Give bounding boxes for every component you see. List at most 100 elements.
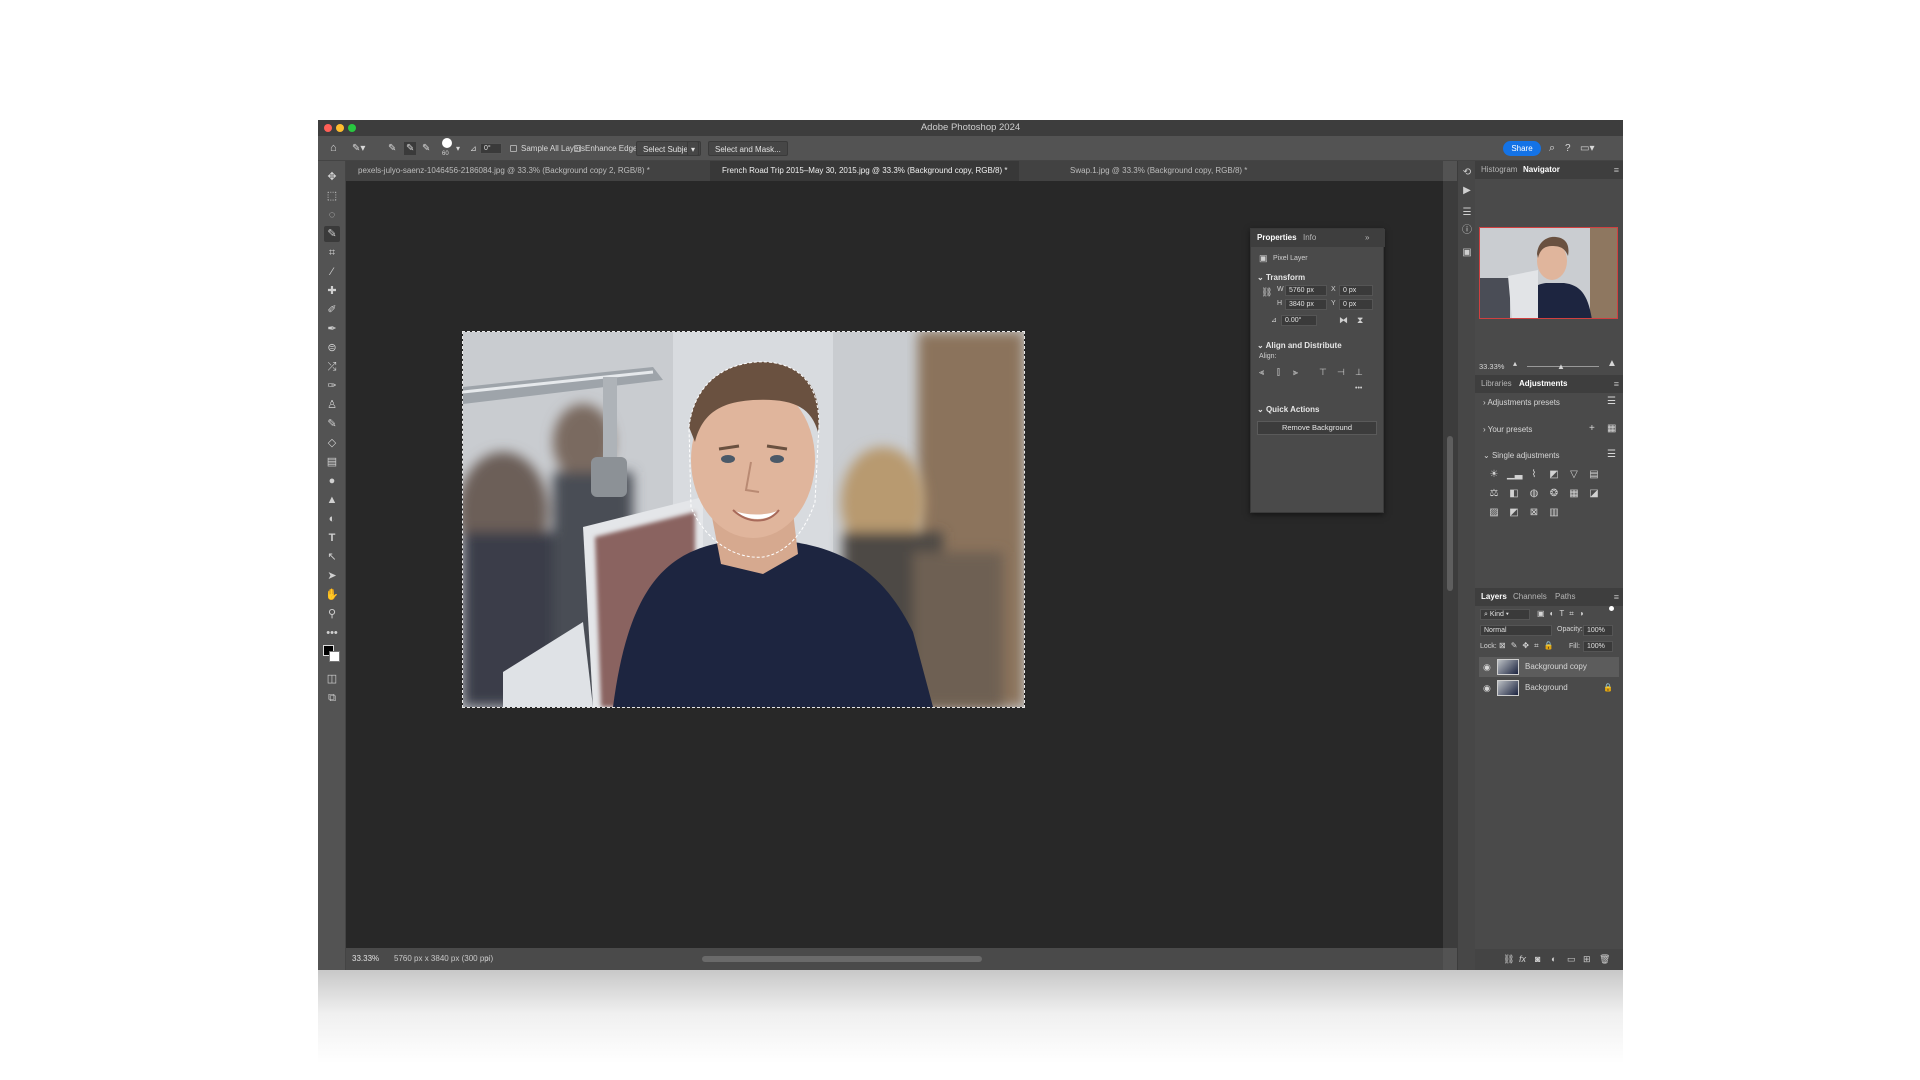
navigator-preview[interactable] bbox=[1479, 227, 1618, 319]
select-and-mask-button[interactable]: Select and Mask... bbox=[708, 141, 788, 156]
blend-mode-select[interactable]: Normal bbox=[1480, 625, 1552, 636]
vertical-scrollbar[interactable] bbox=[1443, 181, 1457, 948]
type-tool-icon[interactable]: T bbox=[324, 530, 340, 546]
group-icon[interactable]: ▭ bbox=[1567, 949, 1576, 970]
flip-vertical-icon[interactable]: ⧗ bbox=[1357, 315, 1363, 326]
photo-canvas-image[interactable] bbox=[462, 331, 1025, 708]
adjustments-menu-icon[interactable]: ≡ bbox=[1614, 379, 1619, 389]
curves-icon[interactable]: ⌇ bbox=[1527, 469, 1541, 481]
y-field[interactable]: 0 px bbox=[1339, 299, 1373, 310]
properties-panel-icon[interactable]: ☰ bbox=[1461, 207, 1473, 219]
doc-tab-2[interactable]: French Road Trip 2015–May 30, 2015.jpg @… bbox=[710, 161, 1020, 181]
x-field[interactable]: 0 px bbox=[1339, 285, 1373, 296]
tab-histogram[interactable]: Histogram bbox=[1481, 161, 1517, 179]
comments-panel-icon[interactable]: ▣ bbox=[1461, 247, 1473, 259]
tab-properties[interactable]: Properties bbox=[1257, 229, 1297, 247]
levels-icon[interactable]: ▁▃ bbox=[1507, 469, 1522, 481]
align-center-icon[interactable]: ⫿ bbox=[1277, 367, 1280, 378]
layer-row[interactable]: ◉ Background 🔒 bbox=[1479, 678, 1619, 698]
brightness-contrast-icon[interactable]: ☀ bbox=[1487, 469, 1501, 481]
align-left-icon[interactable]: ⫷ bbox=[1259, 367, 1264, 378]
sharpen-tool-icon[interactable]: ▲ bbox=[324, 492, 340, 508]
tab-navigator[interactable]: Navigator bbox=[1523, 161, 1560, 179]
workspace-icon[interactable]: ▭▾ bbox=[1580, 142, 1594, 155]
layer-filter-icons[interactable]: ▣◐T⌗◑ bbox=[1537, 609, 1589, 619]
align-top-icon[interactable]: ⊤ bbox=[1319, 367, 1327, 378]
remove-tool-icon[interactable]: ✐ bbox=[324, 302, 340, 318]
quick-mask-icon[interactable]: ◫ bbox=[324, 671, 340, 687]
background-color-swatch[interactable] bbox=[329, 651, 340, 662]
dodge-tool-icon[interactable]: ◐ bbox=[324, 511, 340, 527]
new-layer-icon[interactable]: ⊞ bbox=[1583, 949, 1591, 970]
close-window-button[interactable] bbox=[324, 124, 332, 132]
quick-actions-section[interactable]: ⌄ Quick Actions bbox=[1257, 405, 1319, 414]
layers-menu-icon[interactable]: ≡ bbox=[1614, 592, 1619, 602]
layer-name[interactable]: Background bbox=[1525, 678, 1568, 698]
list-view-icon[interactable]: ☰ bbox=[1607, 396, 1616, 407]
brush-tool-icon[interactable]: ✒ bbox=[324, 321, 340, 337]
remove-background-button[interactable]: Remove Background bbox=[1257, 421, 1377, 435]
eraser-tool-icon[interactable]: ◇ bbox=[324, 435, 340, 451]
adjustment-layer-icon[interactable]: ◐ bbox=[1551, 949, 1556, 970]
zoom-out-icon[interactable]: ▴ bbox=[1513, 359, 1517, 368]
single-adjustments-row[interactable]: ⌄ Single adjustments bbox=[1483, 451, 1560, 460]
status-zoom[interactable]: 33.33% bbox=[352, 948, 379, 970]
grid-view-icon[interactable]: ▦ bbox=[1607, 423, 1616, 434]
history-brush-icon[interactable]: ⤮ bbox=[324, 359, 340, 375]
path-selection-icon[interactable]: ↖ bbox=[324, 549, 340, 565]
exposure-icon[interactable]: ◩ bbox=[1547, 469, 1561, 481]
align-section[interactable]: ⌄ Align and Distribute bbox=[1257, 341, 1342, 350]
brush-dropdown-icon[interactable]: ▾ bbox=[456, 142, 460, 155]
tab-libraries[interactable]: Libraries bbox=[1481, 375, 1512, 393]
color-balance-icon[interactable]: ⚖ bbox=[1487, 488, 1501, 500]
black-white-icon[interactable]: ◧ bbox=[1507, 488, 1521, 500]
status-expand-icon[interactable]: › bbox=[486, 948, 489, 970]
tab-layers[interactable]: Layers bbox=[1481, 588, 1507, 606]
blur-tool-icon[interactable]: ● bbox=[324, 473, 340, 489]
marquee-tool-icon[interactable]: ⬚ bbox=[324, 188, 340, 204]
tab-info[interactable]: Info bbox=[1303, 229, 1316, 247]
color-lookup-icon[interactable]: ▦ bbox=[1567, 488, 1581, 500]
gradient-map-icon[interactable]: ▥ bbox=[1547, 507, 1561, 519]
info-panel-icon[interactable]: ⓘ bbox=[1461, 225, 1473, 237]
minimize-window-button[interactable] bbox=[336, 124, 344, 132]
add-to-selection-icon[interactable]: ✎ bbox=[404, 142, 417, 155]
rotation-field[interactable]: 0.00° bbox=[1281, 315, 1317, 326]
share-button[interactable]: Share bbox=[1503, 141, 1541, 156]
clone-tool-icon[interactable]: ♙ bbox=[324, 397, 340, 413]
eyedropper-tool-icon[interactable]: ⁄ bbox=[324, 264, 340, 280]
search-icon[interactable]: ⌕ bbox=[1549, 142, 1555, 155]
visibility-eye-icon[interactable]: ◉ bbox=[1483, 678, 1491, 698]
align-bottom-icon[interactable]: ⊥ bbox=[1355, 367, 1363, 378]
add-mask-icon[interactable]: ◙ bbox=[1535, 949, 1540, 970]
channel-mixer-icon[interactable]: ❂ bbox=[1547, 488, 1561, 500]
hand-tool-icon[interactable]: ✋ bbox=[324, 587, 340, 603]
vertical-scroll-thumb[interactable] bbox=[1447, 436, 1453, 591]
add-preset-icon[interactable]: + bbox=[1589, 423, 1595, 434]
move-tool-icon[interactable]: ✥ bbox=[324, 169, 340, 185]
align-middle-icon[interactable]: ⊣ bbox=[1337, 367, 1345, 378]
layer-name[interactable]: Background copy bbox=[1525, 657, 1587, 677]
lock-icons[interactable]: ⊠✎✥⌗🔒 bbox=[1499, 641, 1559, 651]
doc-tab-1[interactable]: pexels-julyo-saenz-1046456-2186084.jpg @… bbox=[346, 161, 662, 181]
home-icon[interactable]: ⌂ bbox=[330, 142, 337, 155]
link-proportions-icon[interactable]: ⛓ bbox=[1261, 287, 1272, 298]
photo-filter-icon[interactable]: ◍ bbox=[1527, 488, 1541, 500]
width-field[interactable]: 5760 px bbox=[1285, 285, 1327, 296]
angle-field[interactable]: 0° bbox=[480, 143, 502, 154]
single-list-icon[interactable]: ☰ bbox=[1607, 449, 1616, 460]
screen-mode-icon[interactable]: ⧉ bbox=[324, 690, 340, 706]
tab-adjustments[interactable]: Adjustments bbox=[1519, 375, 1567, 393]
quick-selection-preset-icon[interactable]: ✎▾ bbox=[352, 142, 365, 155]
gradient-tool-icon[interactable]: ▤ bbox=[324, 454, 340, 470]
brush-preview-icon[interactable] bbox=[442, 138, 452, 148]
help-icon[interactable]: ? bbox=[1565, 142, 1571, 155]
flip-horizontal-icon[interactable]: ⧓ bbox=[1339, 315, 1348, 326]
filter-toggle-icon[interactable] bbox=[1609, 606, 1614, 611]
adjustments-presets-row[interactable]: › Adjustments presets bbox=[1483, 398, 1560, 407]
quick-selection-tool-icon[interactable]: ✎ bbox=[324, 226, 340, 242]
delete-layer-icon[interactable]: 🗑 bbox=[1599, 949, 1610, 970]
vibrance-icon[interactable]: ▽ bbox=[1567, 469, 1581, 481]
stamp-tool-icon[interactable]: ⊜ bbox=[324, 340, 340, 356]
zoom-in-icon[interactable]: ▲ bbox=[1607, 358, 1617, 369]
